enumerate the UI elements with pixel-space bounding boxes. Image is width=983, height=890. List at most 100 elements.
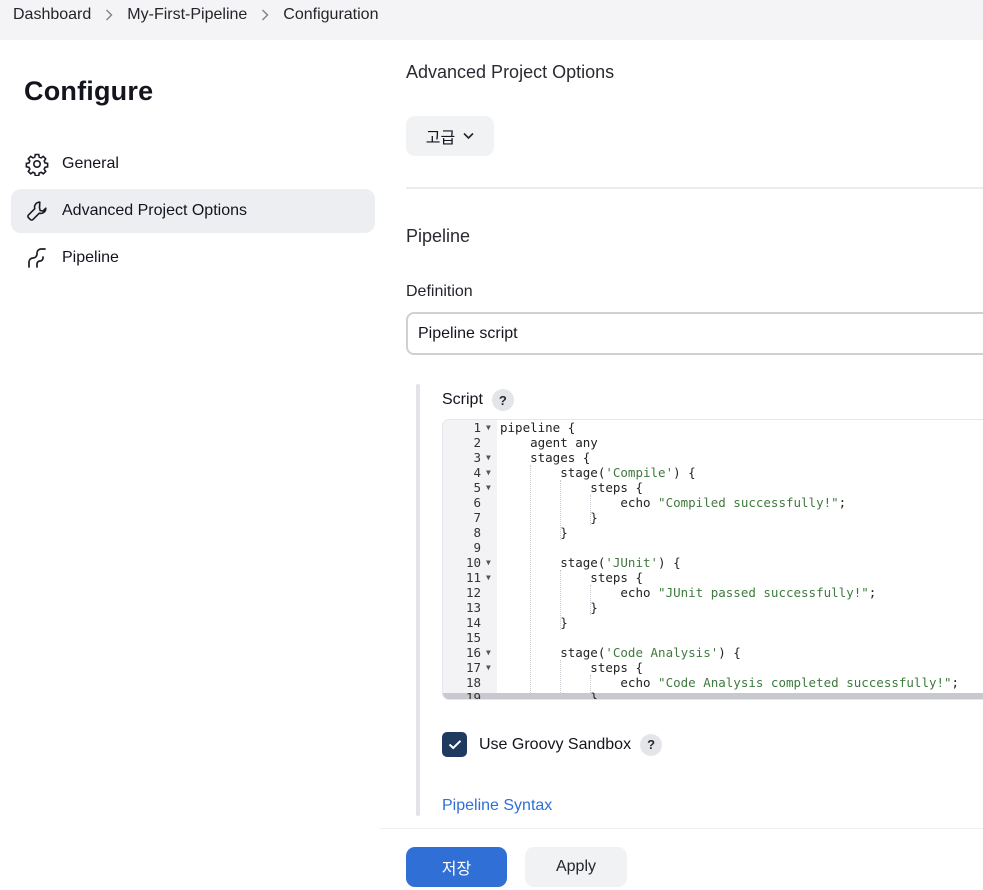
code-line: 9 xyxy=(443,540,983,555)
fold-arrow-icon[interactable]: ▼ xyxy=(486,480,491,495)
code-text: } xyxy=(500,615,568,630)
apply-button[interactable]: Apply xyxy=(525,847,627,887)
indent-guide xyxy=(590,585,591,615)
definition-value: Pipeline script xyxy=(418,324,518,342)
breadcrumb-configuration[interactable]: Configuration xyxy=(283,6,378,24)
indent-guide xyxy=(530,465,531,699)
script-label-row: Script ? xyxy=(442,389,514,411)
code-text: steps { xyxy=(500,660,643,675)
code-line: 1 ▼ pipeline { xyxy=(443,420,983,435)
definition-select[interactable]: Pipeline script xyxy=(406,312,983,355)
fold-arrow-icon[interactable]: ▼ xyxy=(486,420,491,435)
sidebar-item-label: General xyxy=(62,155,119,172)
line-number: 7 xyxy=(473,510,481,525)
sidebar-item-advanced-project-options[interactable]: Advanced Project Options xyxy=(11,189,375,233)
indent-guide xyxy=(590,675,591,699)
line-number: 11 xyxy=(465,570,481,585)
fold-arrow-icon[interactable]: ▼ xyxy=(486,660,491,675)
wrench-icon xyxy=(24,198,50,224)
sidebar-title: Configure xyxy=(24,76,154,106)
fold-arrow-icon[interactable]: ▼ xyxy=(486,645,491,660)
code-line: 19 } xyxy=(443,690,983,700)
chevron-down-icon xyxy=(463,132,474,140)
advanced-toggle-button[interactable]: 고급 xyxy=(406,116,494,156)
code-text: stage('JUnit') { xyxy=(500,555,681,570)
breadcrumb-pipeline[interactable]: My-First-Pipeline xyxy=(127,6,247,24)
sidebar-item-label: Advanced Project Options xyxy=(62,202,247,219)
breadcrumb-dashboard[interactable]: Dashboard xyxy=(13,6,91,24)
line-number: 3 xyxy=(473,450,481,465)
code-text: echo "Compiled successfully!"; xyxy=(500,495,847,510)
code-line: 8 } xyxy=(443,525,983,540)
sandbox-checkbox[interactable] xyxy=(442,732,467,757)
code-text: } xyxy=(500,525,568,540)
script-editor[interactable]: 1 ▼ pipeline {2 agent any 3 ▼ stages {4 ▼ sta… xyxy=(442,419,983,700)
code-text: agent any xyxy=(500,435,598,450)
code-text: stage('Code Analysis') { xyxy=(500,645,741,660)
section-divider xyxy=(406,187,983,189)
code-text: } xyxy=(500,510,598,525)
code-line: 4 ▼ stage('Compile') { xyxy=(443,465,983,480)
code-text: echo "JUnit passed successfully!"; xyxy=(500,585,877,600)
advanced-button-label: 고급 xyxy=(425,130,456,147)
sidebar-item-label: Pipeline xyxy=(62,249,119,266)
code-line: 17 ▼ steps { xyxy=(443,660,983,675)
line-number: 8 xyxy=(473,525,481,540)
indent-guide xyxy=(560,570,561,630)
line-number: 9 xyxy=(473,540,481,555)
code-line: 12 echo "JUnit passed successfully!"; xyxy=(443,585,983,600)
line-number: 14 xyxy=(465,615,481,630)
section-heading-advanced: Advanced Project Options xyxy=(406,62,615,82)
code-text: stages { xyxy=(500,450,591,465)
indent-guide xyxy=(560,660,561,699)
code-line: 5 ▼ steps { xyxy=(443,480,983,495)
code-string: 'JUnit' xyxy=(605,555,659,570)
save-button[interactable]: 저장 xyxy=(406,847,507,887)
code-string: "JUnit passed successfully!" xyxy=(658,585,869,600)
fold-arrow-icon[interactable]: ▼ xyxy=(486,465,491,480)
fold-arrow-icon[interactable]: ▼ xyxy=(486,555,491,570)
sandbox-label: Use Groovy Sandbox xyxy=(479,735,632,753)
chevron-right-icon xyxy=(105,9,113,21)
code-line: 3 ▼ stages { xyxy=(443,450,983,465)
fold-arrow-icon[interactable]: ▼ xyxy=(486,450,491,465)
line-number: 6 xyxy=(473,495,481,510)
line-number: 10 xyxy=(465,555,481,570)
form-footer: 저장 Apply xyxy=(380,828,983,890)
line-number: 13 xyxy=(465,600,481,615)
fold-arrow-icon[interactable]: ▼ xyxy=(486,570,491,585)
section-heading-pipeline: Pipeline xyxy=(406,226,471,246)
code-line: 13 } xyxy=(443,600,983,615)
breadcrumb: Dashboard My-First-Pipeline Configuratio… xyxy=(13,6,378,24)
pipeline-syntax-link[interactable]: Pipeline Syntax xyxy=(442,797,552,815)
code-line: 6 echo "Compiled successfully!"; xyxy=(443,495,983,510)
line-number: 2 xyxy=(473,435,481,450)
line-number: 12 xyxy=(465,585,481,600)
code-string: "Code Analysis completed successfully!" xyxy=(658,675,952,690)
line-number: 4 xyxy=(473,465,481,480)
code-string: 'Compile' xyxy=(605,465,674,480)
nested-section-bar xyxy=(416,384,420,816)
script-help-icon[interactable]: ? xyxy=(491,389,514,411)
sidebar-item-general[interactable]: General xyxy=(11,142,375,186)
code-line: 7 } xyxy=(443,510,983,525)
code-line: 2 agent any xyxy=(443,435,983,450)
sandbox-help-icon[interactable]: ? xyxy=(640,733,663,756)
code-line: 10 ▼ stage('JUnit') { xyxy=(443,555,983,570)
line-number: 5 xyxy=(473,480,481,495)
sidebar-item-pipeline[interactable]: Pipeline xyxy=(11,236,375,280)
line-number: 16 xyxy=(465,645,481,660)
code-line: 18 echo "Code Analysis completed success… xyxy=(443,675,983,690)
checkmark-icon xyxy=(448,740,461,750)
script-label: Script xyxy=(442,391,483,408)
code-text: steps { xyxy=(500,480,643,495)
line-number: 15 xyxy=(465,630,481,645)
code-text: } xyxy=(500,690,598,700)
code-line: 16 ▼ stage('Code Analysis') { xyxy=(443,645,983,660)
line-number: 18 xyxy=(465,675,481,690)
code-line: 15 xyxy=(443,630,983,645)
code-line: 11 ▼ steps { xyxy=(443,570,983,585)
code-string: "Compiled successfully!" xyxy=(658,495,839,510)
gear-icon xyxy=(24,151,50,177)
code-line: 14 } xyxy=(443,615,983,630)
